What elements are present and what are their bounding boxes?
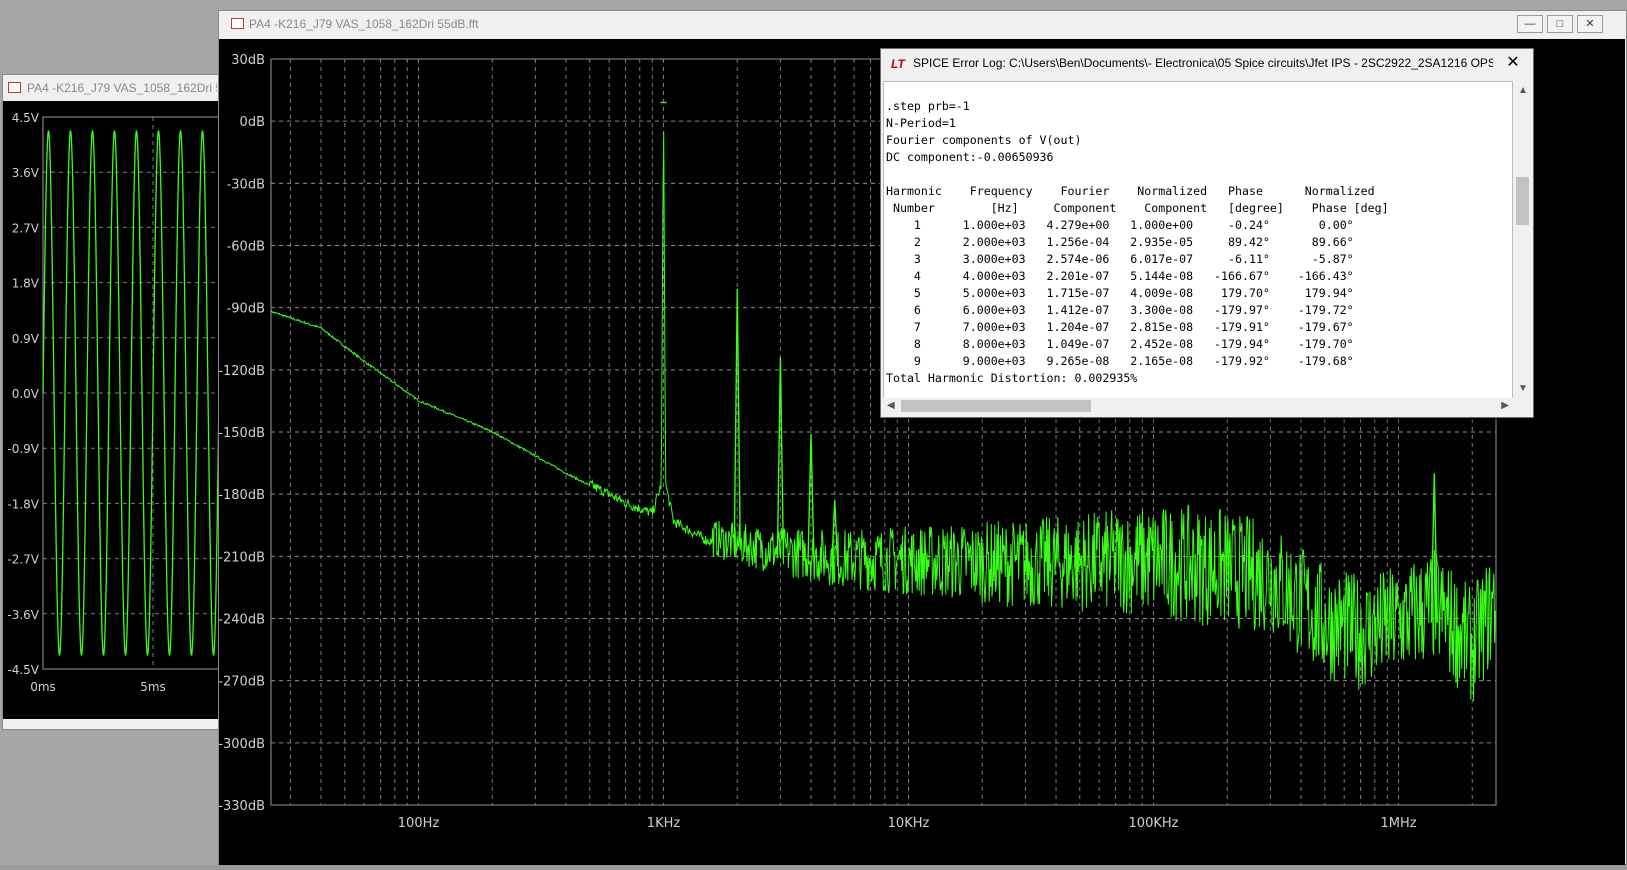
scroll-left-arrow-icon[interactable]: ◀ — [887, 400, 895, 412]
scroll-down-arrow-icon[interactable]: ▼ — [1518, 383, 1528, 395]
y-tick-label: -270dB — [219, 675, 265, 690]
vertical-scroll-thumb[interactable] — [1516, 177, 1529, 225]
y-tick-label: -150dB — [219, 426, 265, 441]
error-log-title: SPICE Error Log: C:\Users\Ben\Documents\… — [913, 56, 1493, 70]
horizontal-scroll-thumb[interactable] — [901, 400, 1091, 412]
waveform-window-title: PA4 -K216_J79 VAS_1058_162Dri 55dB — [27, 81, 217, 95]
y-tick-label: -4.5V — [7, 663, 39, 677]
y-tick-label: -90dB — [227, 302, 265, 317]
y-tick-label: -330dB — [219, 799, 265, 814]
y-tick-label: 0.9V — [12, 332, 40, 346]
y-tick-label: 30dB — [231, 53, 265, 68]
ltspice-plot-icon — [8, 82, 21, 93]
y-tick-label: -180dB — [219, 488, 265, 503]
vertical-scrollbar[interactable]: ▲ ▼ — [1514, 81, 1531, 399]
x-tick-label: 0ms — [30, 680, 56, 694]
fft-window-title: PA4 -K216_J79 VAS_1058_162Dri 55dB.fft — [249, 17, 479, 31]
error-log-close-button[interactable]: ✕ — [1503, 53, 1523, 73]
spice-error-log-dialog[interactable]: LT SPICE Error Log: C:\Users\Ben\Documen… — [880, 48, 1534, 418]
y-tick-label: 4.5V — [12, 111, 40, 125]
y-tick-label: 2.7V — [12, 221, 40, 235]
y-tick-label: 1.8V — [12, 277, 40, 291]
waveform-chart-svg[interactable]: 4.5V 3.6V 2.7V 1.8V 0.9V 0.0V -0.9V -1.8V -2.7V -… — [3, 101, 220, 719]
y-tick-label: -210dB — [219, 550, 265, 565]
error-log-content: .step prb=-1 N-Period=1 Fourier componen… — [886, 99, 1389, 385]
y-tick-label: 0.0V — [12, 387, 40, 401]
y-tick-label: 3.6V — [12, 166, 40, 180]
harmonic-peak — [807, 434, 815, 563]
maximize-button[interactable]: □ — [1547, 15, 1573, 33]
y-tick-label: -240dB — [219, 613, 265, 628]
close-button[interactable]: ✕ — [1577, 15, 1603, 33]
error-log-text-area[interactable]: .step prb=-1 N-Period=1 Fourier componen… — [883, 81, 1513, 399]
ltspice-logo-icon: LT — [891, 57, 905, 71]
x-tick-label: 1MHz — [1380, 816, 1416, 831]
y-tick-label: -1.8V — [7, 497, 39, 511]
x-tick-label: 100KHz — [1129, 816, 1179, 831]
minimize-button[interactable]: — — [1517, 15, 1543, 33]
y-tick-label: -300dB — [219, 737, 265, 752]
scroll-up-arrow-icon[interactable]: ▲ — [1518, 85, 1528, 97]
waveform-plot[interactable]: 4.5V 3.6V 2.7V 1.8V 0.9V 0.0V -0.9V -1.8V -2.7V -… — [3, 101, 220, 719]
x-tick-label: 100Hz — [398, 816, 440, 831]
y-tick-label: -3.6V — [7, 608, 39, 622]
harmonic-peak — [776, 357, 785, 559]
y-tick-label: -30dB — [227, 177, 265, 192]
y-tick-label: -120dB — [219, 364, 265, 379]
fft-window-titlebar[interactable]: PA4 -K216_J79 VAS_1058_162Dri 55dB.fft —… — [219, 11, 1626, 39]
x-tick-label: 1KHz — [647, 816, 681, 831]
waveform-window[interactable]: PA4 -K216_J79 VAS_1058_162Dri 55dB 4.5V 3… — [2, 74, 220, 730]
y-tick-label: -2.7V — [7, 553, 39, 567]
y-tick-label: -60dB — [227, 240, 265, 255]
x-tick-label: 5ms — [140, 680, 166, 694]
ltspice-plot-icon — [231, 18, 244, 29]
x-tick-label: 10KHz — [888, 816, 930, 831]
horizontal-scrollbar[interactable]: ◀ ▶ — [883, 398, 1513, 414]
y-tick-label: -0.9V — [7, 442, 39, 456]
scroll-right-arrow-icon[interactable]: ▶ — [1501, 400, 1509, 412]
waveform-window-titlebar[interactable]: PA4 -K216_J79 VAS_1058_162Dri 55dB — [3, 75, 219, 103]
y-tick-label: 0dB — [240, 115, 265, 130]
